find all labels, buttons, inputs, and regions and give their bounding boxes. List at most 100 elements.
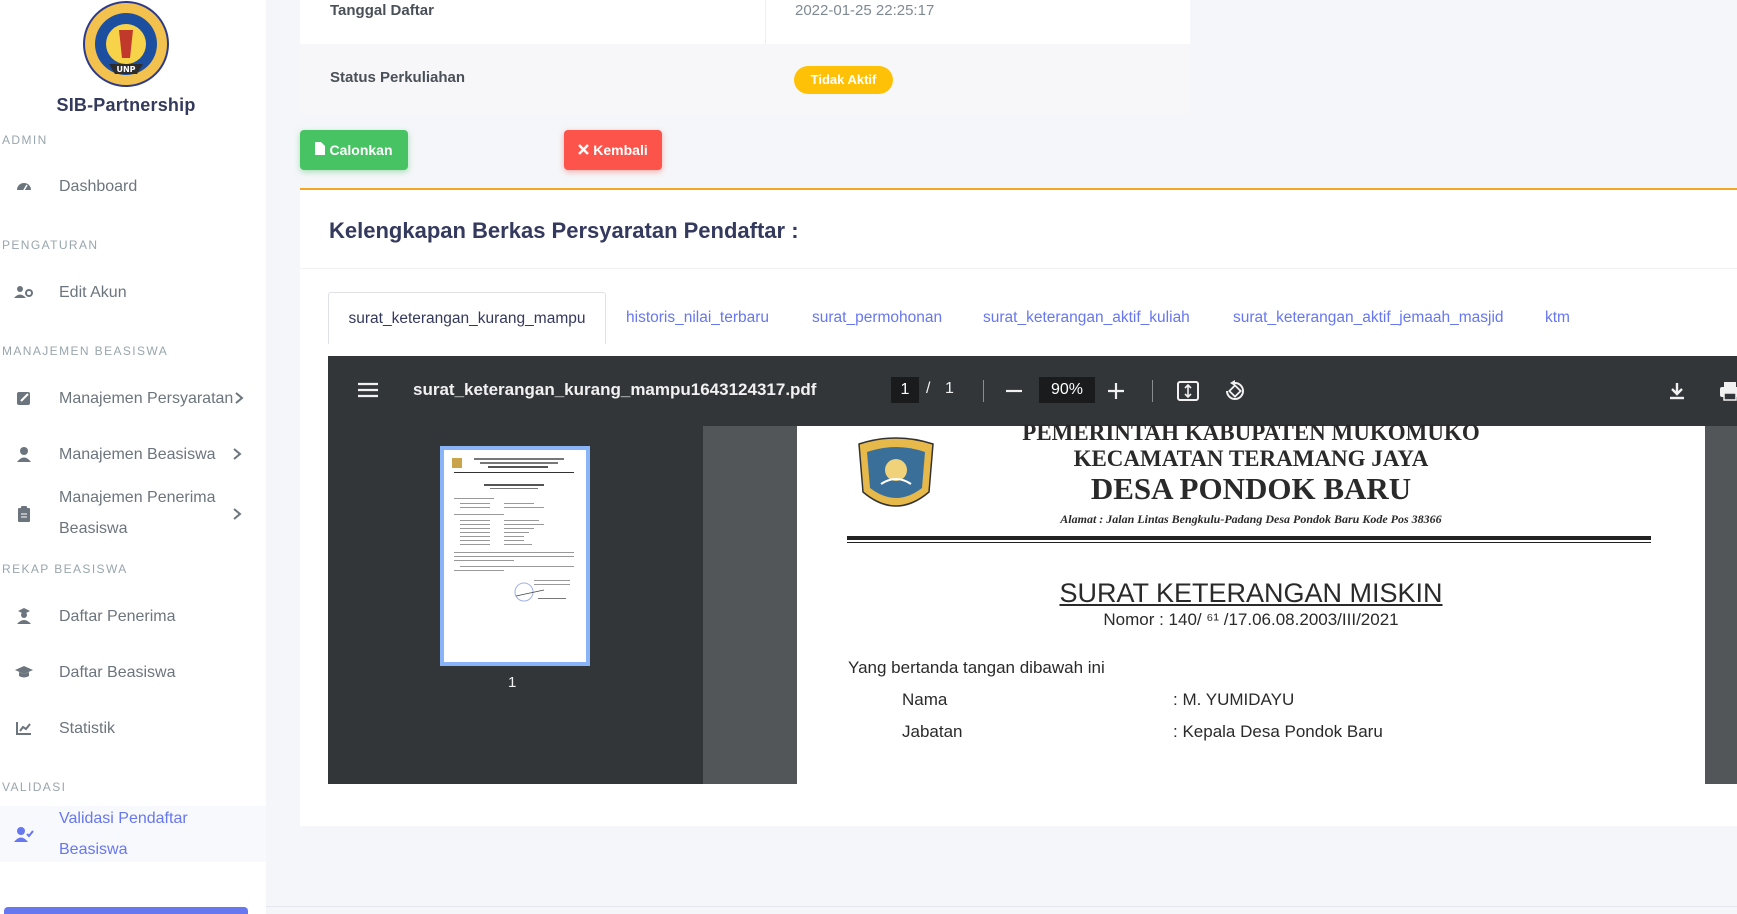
calonkan-label: Calonkan [329, 142, 393, 158]
sidebar-item-label-line1: Manajemen Penerima [59, 489, 216, 506]
tab-ktm[interactable]: ktm [1545, 292, 1570, 344]
graduation-cap-icon [14, 662, 34, 682]
toolbar-divider [1152, 380, 1153, 402]
sidebar-item-label: Daftar Penerima [59, 607, 176, 625]
info-row-tanggal-daftar: Tanggal Daftar 2022-01-25 22:25:17 [300, 0, 1190, 44]
card-divider [300, 268, 1737, 269]
section-admin: ADMIN [2, 133, 48, 147]
sidebar-item-label: Daftar Beasiswa [59, 663, 176, 681]
section-pengaturan: PENGATURAN [2, 238, 99, 252]
doc-header-line1: PEMERINTAH KABUPATEN MUKOMUKO [1022, 420, 1480, 445]
berkas-tabs: surat_keterangan_kurang_mampu historis_n… [328, 292, 1737, 344]
close-icon [578, 142, 590, 158]
tab-surat-keterangan-aktif-kuliah[interactable]: surat_keterangan_aktif_kuliah [983, 292, 1190, 344]
print-icon[interactable] [1718, 379, 1737, 403]
sidebar-item-label: Statistik [59, 719, 116, 737]
page-total: 1 [945, 380, 954, 397]
pdf-page: PEMERINTAH KABUPATEN MUKOMUKO KECAMATAN … [797, 420, 1705, 784]
status-label: Status Perkuliahan [330, 69, 466, 86]
sidebar-item-label-line2: Beasiswa [59, 841, 128, 858]
registrant-info-card: Tanggal Daftar 2022-01-25 22:25:17 Statu… [300, 0, 1190, 114]
berkas-card: Kelengkapan Berkas Persyaratan Pendaftar… [300, 188, 1737, 826]
doc-address: Alamat : Jalan Lintas Bengkulu-Padang De… [1060, 512, 1442, 526]
user-icon [14, 444, 34, 464]
doc-field-value: : M. YUMIDAYU [1173, 690, 1295, 709]
chart-line-icon [14, 718, 34, 738]
page-number-input[interactable]: 1 [891, 377, 919, 403]
pdf-toolbar: surat_keterangan_kurang_mampu1643124317.… [328, 356, 1737, 426]
brand-name: SIB-Partnership [56, 95, 196, 115]
sidebar-item-label: Edit Akun [59, 283, 127, 301]
doc-nomor: Nomor : 140/ ⁶¹ /17.06.08.2003/III/2021 [1103, 610, 1399, 629]
chevron-right-icon [232, 447, 246, 461]
doc-header-line2: KECAMATAN TERAMANG JAYA [1073, 446, 1429, 471]
fit-page-icon[interactable] [1176, 379, 1200, 403]
doc-header-line3: DESA PONDOK BARU [1090, 471, 1412, 506]
menu-icon[interactable] [357, 379, 381, 403]
doc-header-rule [847, 536, 1651, 540]
sidebar-item-validasi-pendaftar[interactable]: Validasi Pendaftar Beasiswa [0, 806, 266, 862]
doc-field-label: Nama [902, 690, 948, 709]
sidebar-item-statistik[interactable]: Statistik [0, 706, 266, 750]
status-badge: Tidak Aktif [794, 66, 893, 94]
pdf-viewer: surat_keterangan_kurang_mampu1643124317.… [328, 356, 1737, 784]
sidebar-item-daftar-penerima[interactable]: Daftar Penerima [0, 594, 266, 638]
sidebar-item-daftar-beasiswa[interactable]: Daftar Beasiswa [0, 650, 266, 694]
sidebar-item-label: Manajemen Beasiswa [59, 445, 216, 463]
sidebar-bottom-button[interactable] [4, 907, 248, 914]
user-check-icon [14, 824, 34, 844]
tab-historis-nilai-terbaru[interactable]: historis_nilai_terbaru [626, 292, 769, 344]
calonkan-button[interactable]: Calonkan [300, 130, 408, 170]
sidebar-item-label: Manajemen Persyaratan [59, 389, 234, 407]
tanggal-daftar-value: 2022-01-25 22:25:17 [795, 2, 935, 19]
pdf-thumbnail-sidebar: 1 [328, 426, 703, 784]
unp-logo: UNP [79, 0, 173, 94]
users-cog-icon [14, 282, 34, 302]
thumbnail-page-preview [444, 450, 586, 662]
file-icon [315, 142, 326, 158]
berkas-title: Kelengkapan Berkas Persyaratan Pendaftar… [329, 218, 799, 243]
sidebar-item-dashboard[interactable]: Dashboard [0, 164, 266, 208]
zoom-in-icon[interactable] [1106, 379, 1130, 403]
tab-surat-keterangan-aktif-jemaah-masjid[interactable]: surat_keterangan_aktif_jemaah_masjid [1233, 292, 1504, 344]
svg-text:UNP: UNP [116, 65, 135, 74]
download-icon[interactable] [1667, 379, 1691, 403]
footer-divider [266, 906, 1737, 907]
toolbar-divider [983, 380, 984, 402]
page-separator: / [926, 380, 931, 397]
user-graduate-icon [14, 606, 34, 626]
doc-intro: Yang bertanda tangan dibawah ini [848, 658, 1105, 677]
sidebar-item-manajemen-persyaratan[interactable]: Manajemen Persyaratan [0, 376, 266, 420]
section-manajemen-beasiswa: MANAJEMEN BEASISWA [2, 344, 169, 358]
info-row-status: Status Perkuliahan Tidak Aktif [300, 44, 1190, 114]
sidebar-item-manajemen-penerima[interactable]: Manajemen Penerima Beasiswa [0, 484, 266, 544]
tab-surat-keterangan-kurang-mampu[interactable]: surat_keterangan_kurang_mampu [328, 292, 606, 344]
chevron-right-icon [232, 507, 246, 521]
tab-surat-permohonan[interactable]: surat_permohonan [812, 292, 942, 344]
chevron-right-icon [234, 391, 248, 405]
tanggal-daftar-label: Tanggal Daftar [330, 2, 434, 19]
zoom-out-icon[interactable] [1004, 379, 1028, 403]
pdf-filename: surat_keterangan_kurang_mampu1643124317.… [413, 380, 817, 399]
sidebar-item-label: Dashboard [59, 177, 138, 195]
kembali-button[interactable]: Kembali [564, 130, 662, 170]
doc-field-value: : Kepala Desa Pondok Baru [1173, 722, 1383, 741]
clipboard-icon [14, 504, 34, 524]
rotate-icon[interactable] [1223, 379, 1247, 403]
edit-icon [14, 388, 34, 408]
section-validasi: VALIDASI [2, 780, 67, 794]
doc-header-rule-thin [847, 542, 1651, 543]
sidebar-item-label-line1: Validasi Pendaftar [59, 810, 188, 827]
kembali-label: Kembali [593, 142, 648, 158]
zoom-level-input[interactable]: 90% [1039, 377, 1095, 403]
sidebar-item-manajemen-beasiswa[interactable]: Manajemen Beasiswa [0, 432, 266, 476]
sidebar-item-edit-akun[interactable]: Edit Akun [0, 270, 266, 314]
section-rekap-beasiswa: REKAP BEASISWA [2, 562, 128, 576]
sidebar-item-label-line2: Beasiswa [59, 520, 128, 537]
page-thumbnail[interactable] [440, 446, 590, 666]
info-divider [765, 0, 766, 44]
doc-letter-title: SURAT KETERANGAN MISKIN [1059, 578, 1443, 608]
thumbnail-page-number: 1 [508, 674, 517, 691]
doc-field-label: Jabatan [902, 722, 963, 741]
sidebar: UNP SIB-Partnership ADMIN Dashboard PENG… [0, 0, 266, 914]
